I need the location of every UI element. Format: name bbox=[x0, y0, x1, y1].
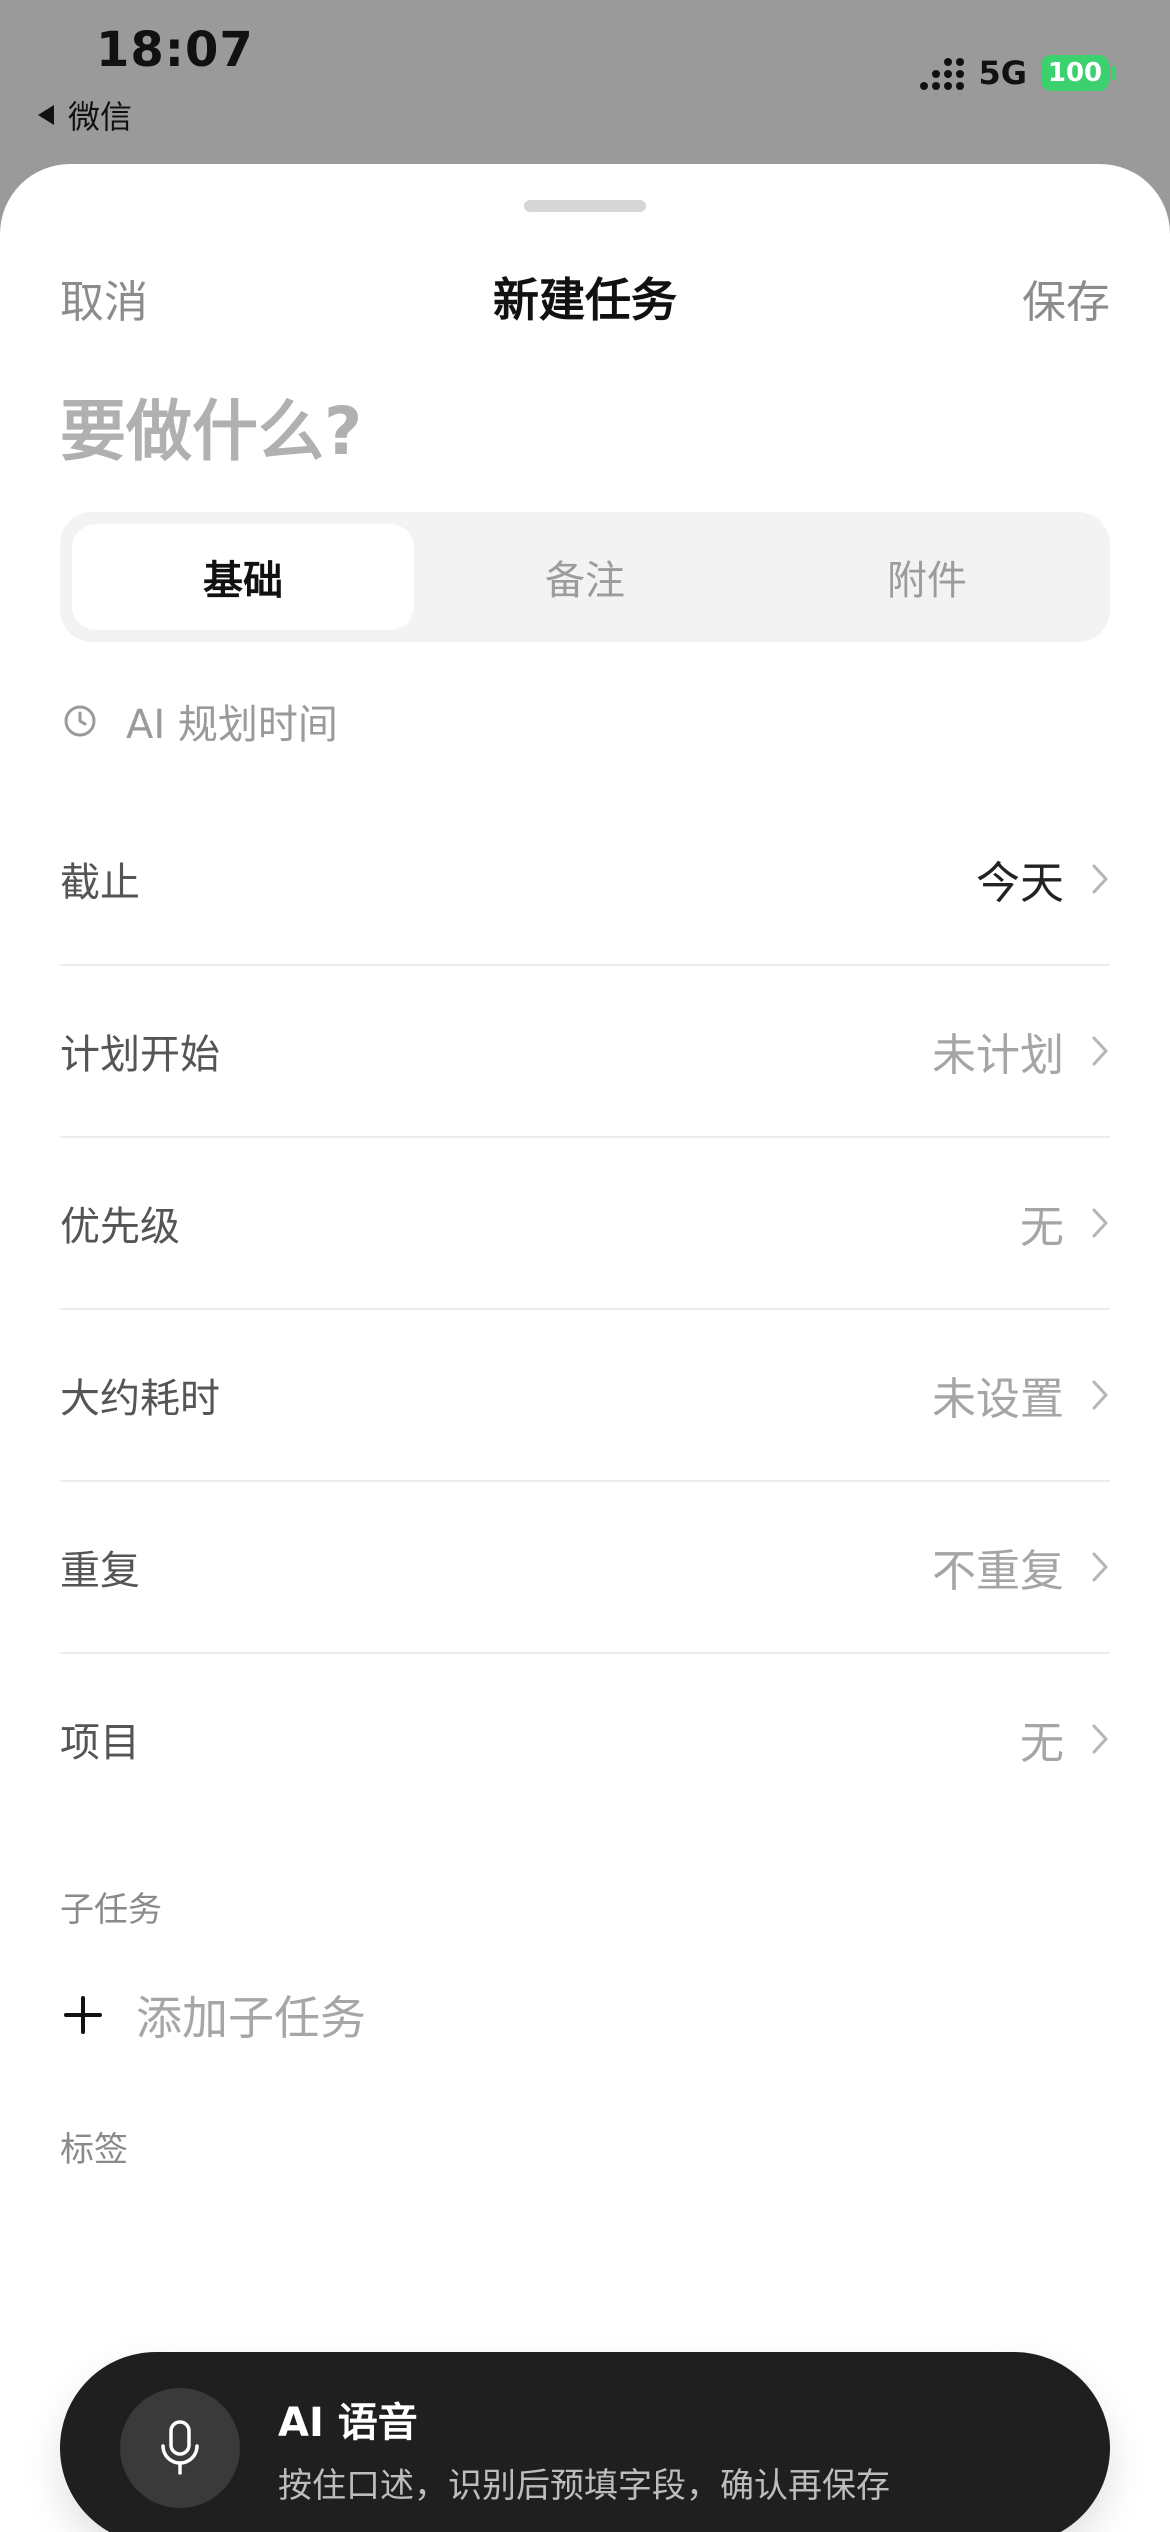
subtasks-section-label: 子任务 bbox=[60, 1890, 162, 1930]
field-label: 项目 bbox=[60, 1720, 140, 1766]
field-label: 大约耗时 bbox=[60, 1376, 220, 1422]
sheet-grabber-handle[interactable] bbox=[524, 200, 646, 212]
detail-tabs: 基础 备注 附件 bbox=[60, 512, 1110, 642]
back-to-app-link[interactable]: 微信 bbox=[38, 92, 132, 138]
chevron-right-icon bbox=[1092, 1380, 1108, 1410]
field-label: 重复 bbox=[60, 1548, 140, 1594]
status-indicators: 5G 100 bbox=[920, 54, 1116, 92]
chevron-right-icon bbox=[1092, 1208, 1108, 1238]
battery-icon: 100 bbox=[1041, 55, 1116, 91]
ai-plan-time-label: AI 规划时间 bbox=[126, 702, 338, 748]
cellular-signal-icon bbox=[920, 56, 965, 90]
chevron-right-icon bbox=[1092, 1724, 1108, 1754]
field-row-estimated-duration[interactable]: 大约耗时 未设置 bbox=[60, 1310, 1110, 1482]
field-value: 未计划 bbox=[932, 1030, 1064, 1081]
tab-basic[interactable]: 基础 bbox=[72, 524, 414, 630]
chevron-right-icon bbox=[1092, 864, 1108, 894]
field-row-priority[interactable]: 优先级 无 bbox=[60, 1138, 1110, 1310]
ai-voice-button[interactable]: AI 语音 按住口述，识别后预填字段，确认再保存 bbox=[60, 2352, 1110, 2532]
field-row-project[interactable]: 项目 无 bbox=[60, 1654, 1110, 1824]
task-title-input[interactable] bbox=[60, 386, 1110, 476]
field-label: 优先级 bbox=[60, 1204, 180, 1250]
page-title-container: 新建任务 bbox=[0, 264, 1170, 330]
status-time: 18:07 bbox=[96, 22, 254, 78]
field-row-deadline[interactable]: 截止 今天 bbox=[60, 794, 1110, 966]
microphone-icon bbox=[161, 2420, 199, 2475]
chevron-right-icon bbox=[1092, 1036, 1108, 1066]
field-value: 未设置 bbox=[932, 1374, 1064, 1425]
page-title: 新建任务 bbox=[493, 273, 677, 327]
ai-plan-time-button[interactable]: AI 规划时间 bbox=[62, 692, 338, 750]
field-row-repeat[interactable]: 重复 不重复 bbox=[60, 1482, 1110, 1654]
voice-title: AI 语音 bbox=[278, 2399, 418, 2446]
add-subtask-label: 添加子任务 bbox=[136, 1991, 366, 2045]
chevron-right-icon bbox=[1092, 1552, 1108, 1582]
add-subtask-button[interactable]: 添加子任务 bbox=[62, 1982, 366, 2048]
field-value: 不重复 bbox=[932, 1546, 1064, 1597]
field-value: 今天 bbox=[976, 858, 1064, 909]
tags-section-label: 标签 bbox=[60, 2130, 128, 2170]
field-label: 截止 bbox=[60, 860, 140, 906]
field-value: 无 bbox=[1020, 1718, 1064, 1769]
back-triangle-icon bbox=[38, 105, 54, 125]
new-task-sheet: 取消 新建任务 保存 基础 备注 附件 AI 规划时间 截止 今天 计划开始 bbox=[0, 164, 1170, 2532]
tab-attachments[interactable]: 附件 bbox=[756, 524, 1098, 630]
status-bar: 18:07 微信 5G 100 bbox=[0, 0, 1170, 160]
tab-notes[interactable]: 备注 bbox=[414, 524, 756, 630]
clock-icon bbox=[64, 705, 96, 737]
plus-icon bbox=[64, 1996, 102, 2034]
field-label: 计划开始 bbox=[60, 1032, 220, 1078]
cancel-button[interactable]: 取消 bbox=[60, 266, 148, 330]
microphone-button[interactable] bbox=[120, 2388, 240, 2508]
save-button[interactable]: 保存 bbox=[1022, 266, 1110, 330]
voice-text-block: AI 语音 按住口述，识别后预填字段，确认再保存 bbox=[278, 2390, 890, 2507]
voice-subtitle: 按住口述，识别后预填字段，确认再保存 bbox=[278, 2465, 890, 2506]
back-app-label: 微信 bbox=[68, 98, 133, 136]
battery-level: 100 bbox=[1041, 55, 1109, 91]
network-type: 5G bbox=[978, 54, 1027, 92]
field-row-planned-start[interactable]: 计划开始 未计划 bbox=[60, 966, 1110, 1138]
task-field-list: 截止 今天 计划开始 未计划 优先级 无 大约耗时 未设置 重复 不重复 项目 … bbox=[60, 794, 1110, 1824]
field-value: 无 bbox=[1020, 1202, 1064, 1253]
